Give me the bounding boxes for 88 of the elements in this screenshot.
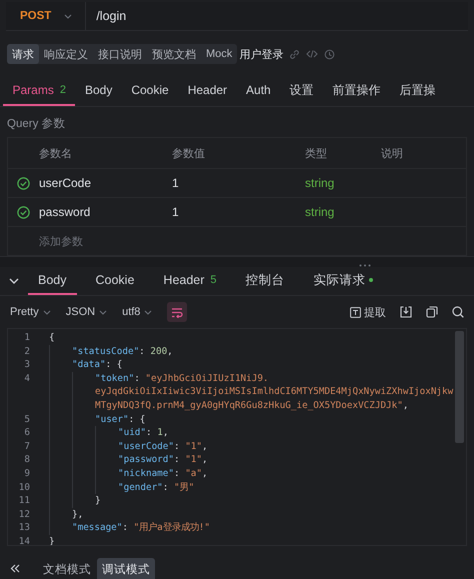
tab[interactable]: 控制台 bbox=[236, 267, 295, 295]
code-line: MTgyNDQ3fQ.prnM4_gyA0gHYqR6Gu8zHkuG_ie_OX5YDoexVCZJDJk", bbox=[95, 398, 408, 413]
method-dropdown[interactable]: POST bbox=[6, 2, 86, 30]
chevron-down-icon[interactable] bbox=[8, 276, 20, 286]
code-line: "token": "eyJhbGciOiJIUzI1NiJ9. bbox=[95, 372, 269, 386]
line-number: 1 bbox=[23, 331, 30, 345]
url-input[interactable]: /login bbox=[86, 9, 126, 23]
chevron-down-icon bbox=[42, 308, 52, 316]
line-number: 8 bbox=[23, 453, 30, 467]
tab[interactable]: 实际请求 bbox=[304, 267, 383, 295]
link-icon[interactable] bbox=[289, 48, 300, 60]
code-line: "userCode": "1", bbox=[118, 440, 208, 454]
line-number: 3 bbox=[23, 358, 30, 372]
mode-tab[interactable]: 文档模式 bbox=[38, 558, 96, 579]
history-icon[interactable] bbox=[324, 48, 336, 60]
checked-circle-icon[interactable] bbox=[17, 176, 30, 190]
extract-button[interactable]: 提取 bbox=[350, 304, 386, 320]
doc-tab[interactable]: 响应定义 bbox=[39, 44, 93, 64]
tab[interactable]: Params 2 bbox=[3, 76, 76, 106]
search-icon[interactable] bbox=[452, 306, 464, 318]
tab[interactable]: Body bbox=[75, 76, 122, 106]
line-number: 7 bbox=[23, 440, 30, 454]
column-header: 参数名 bbox=[39, 146, 73, 160]
format-dropdown[interactable]: JSON bbox=[66, 306, 108, 318]
tab[interactable]: Cookie bbox=[86, 267, 144, 295]
line-number: 13 bbox=[18, 521, 30, 535]
section-label: Query 参数 bbox=[6, 116, 67, 131]
code-line: "user": { bbox=[95, 412, 146, 426]
table-cell-text: 1 bbox=[172, 205, 180, 219]
code-icon[interactable] bbox=[306, 49, 318, 59]
table-cell-text: 1 bbox=[172, 176, 180, 190]
line-number: 12 bbox=[18, 508, 30, 522]
tab[interactable]: 前置操作 bbox=[323, 76, 390, 106]
doc-tab[interactable]: 接口说明 bbox=[93, 44, 147, 64]
tab[interactable]: Body bbox=[28, 267, 76, 295]
table-cell-text: userCode bbox=[39, 176, 92, 190]
code-line: "data": { bbox=[72, 358, 122, 372]
line-number: 11 bbox=[18, 494, 30, 508]
code-line: { bbox=[49, 331, 55, 345]
checked-circle-icon[interactable] bbox=[17, 206, 30, 218]
double-chevron-left-icon[interactable] bbox=[10, 564, 20, 573]
table-cell-text: password bbox=[39, 205, 92, 219]
column-header: 类型 bbox=[305, 146, 328, 160]
chevron-down-icon bbox=[63, 12, 74, 20]
tab[interactable]: 设置 bbox=[280, 76, 324, 106]
count-label: 2 bbox=[60, 84, 66, 96]
line-number: 5 bbox=[23, 412, 30, 426]
column-header: 参数值 bbox=[172, 146, 206, 160]
code-line: "statusCode": 200, bbox=[72, 344, 173, 358]
copy-icon[interactable] bbox=[426, 306, 438, 318]
line-number: 4 bbox=[23, 372, 30, 386]
table-cell-text: string bbox=[305, 176, 336, 190]
line-number: 14 bbox=[18, 534, 30, 545]
mode-tab[interactable]: 调试模式 bbox=[97, 558, 155, 579]
line-number: 9 bbox=[23, 466, 30, 481]
chevron-down-icon bbox=[143, 308, 154, 316]
code-line: "password": "1", bbox=[118, 453, 208, 467]
tab[interactable]: 后置操 bbox=[390, 76, 446, 106]
chevron-down-icon bbox=[98, 308, 108, 316]
line-number: 10 bbox=[18, 480, 30, 494]
extract-icon bbox=[350, 306, 361, 318]
doc-tab[interactable]: Mock bbox=[201, 44, 238, 64]
tab[interactable]: Header bbox=[178, 76, 237, 106]
code-line: "message": "用户a登录成功!" bbox=[72, 521, 210, 535]
code-line: "uid": 1, bbox=[118, 426, 168, 440]
doc-tab[interactable]: 预览文档 bbox=[147, 44, 201, 64]
download-icon[interactable] bbox=[400, 306, 412, 318]
tab[interactable]: Auth bbox=[236, 76, 280, 106]
format-dropdown[interactable]: utf8 bbox=[122, 306, 154, 318]
drag-handle-icon[interactable] bbox=[358, 264, 370, 267]
format-dropdown[interactable]: Pretty bbox=[10, 306, 52, 318]
column-header: 说明 bbox=[381, 146, 404, 160]
code-line: }, bbox=[72, 508, 84, 522]
code-line: } bbox=[95, 494, 101, 508]
wrap-lines-icon bbox=[171, 306, 184, 318]
doc-tab[interactable]: 请求 bbox=[7, 44, 39, 64]
code-line: eyJqdGkiOiIxIiwic3ViIjoiMSIsImlhdCI6MTY5MDE4MjQxNywiZXhwIjoxNjkw bbox=[95, 385, 454, 399]
api-name: 用户登录 bbox=[239, 48, 284, 62]
wrap-toggle[interactable] bbox=[167, 302, 188, 322]
tab[interactable]: Header 5 bbox=[153, 267, 227, 295]
code-line: "nickname": "a", bbox=[118, 466, 208, 481]
scrollbar[interactable] bbox=[455, 331, 464, 443]
code-line: "gender": "男" bbox=[118, 480, 194, 494]
line-number: 2 bbox=[23, 344, 30, 358]
line-number: 6 bbox=[23, 426, 30, 440]
count-label: 5 bbox=[210, 274, 217, 286]
table-cell-text: string bbox=[305, 205, 336, 219]
tab[interactable]: Cookie bbox=[122, 76, 178, 106]
